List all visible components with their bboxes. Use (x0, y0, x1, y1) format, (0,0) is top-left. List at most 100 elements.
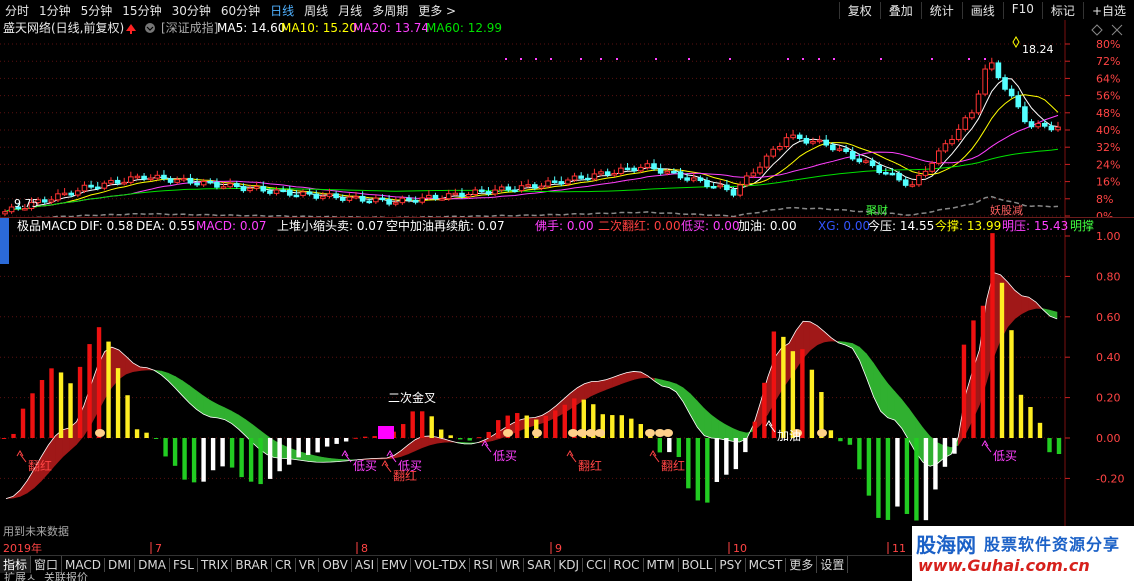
draw-line-button[interactable]: 画线 (961, 1, 1003, 19)
timeframe-1min[interactable]: 1分钟 (34, 2, 76, 19)
y-axis-label: 64% (1096, 72, 1120, 85)
candle-up (690, 177, 697, 181)
candle-up (181, 177, 187, 181)
dif-dea-fill (125, 355, 134, 375)
index-overlay-tag[interactable]: [深证成指] (161, 20, 218, 35)
left-panel-grip[interactable] (0, 218, 9, 264)
macd-bar (210, 438, 216, 471)
dif-dea-fill (682, 387, 691, 415)
timeframe-daily[interactable]: 日线 (265, 2, 299, 19)
tab-23[interactable]: MCST (746, 557, 787, 572)
timeframe-60min[interactable]: 60分钟 (216, 2, 265, 19)
restore-rights-button[interactable]: 复权 (838, 1, 880, 19)
candle-up (816, 139, 823, 143)
expand-toggle[interactable]: 扩展ㅅ (4, 572, 36, 581)
annotation-label: 翻红 (393, 468, 417, 483)
candle-down (41, 199, 48, 203)
macd-bar (182, 438, 187, 480)
y-axis-label: 1.00 (1096, 230, 1121, 243)
ma10-label: MA10: 15.20 (281, 21, 357, 35)
annotation-label: 翻红 (578, 458, 602, 473)
timeframe-15min[interactable]: 15分钟 (117, 2, 166, 19)
candle-up (273, 189, 280, 194)
signal-dot (535, 58, 537, 60)
indicator-chart[interactable]: 翻红 低买 低买翻红低买翻红 翻红低买加油 1.000.800.600.400.200… (0, 218, 1134, 555)
candle-up (419, 197, 426, 203)
macd-bar (657, 438, 663, 453)
tab-2[interactable]: MACD (62, 557, 106, 572)
macd-bar (771, 331, 777, 438)
tab-9[interactable]: VR (296, 557, 320, 572)
tab-0[interactable]: 指标 (0, 556, 32, 573)
candle-up (426, 194, 432, 199)
tab-14[interactable]: RSI (470, 557, 497, 572)
tab-21[interactable]: BOLL (679, 557, 717, 572)
timeframe-30min[interactable]: 30分钟 (167, 2, 216, 19)
dif-dea-fill (704, 408, 712, 439)
add-watchlist-button[interactable]: +自选 (1082, 1, 1134, 19)
tab-1[interactable]: 窗口 (31, 556, 63, 573)
tab-7[interactable]: BRAR (232, 557, 273, 572)
statistics-button[interactable]: 统计 (920, 1, 962, 19)
tab-5[interactable]: FSL (170, 557, 198, 572)
dif-dea-fill (323, 457, 331, 463)
tab-24[interactable]: 更多 (786, 556, 818, 573)
candle-down (551, 180, 558, 183)
candle-up (664, 170, 671, 174)
linked-quote-link[interactable]: 关联报价 (44, 572, 88, 581)
macd-bar (971, 320, 976, 438)
tab-8[interactable]: CR (272, 557, 296, 572)
candle-up (392, 202, 399, 205)
tab-3[interactable]: DMI (105, 557, 136, 572)
watermark-url: www.Guhai.com.cn (918, 556, 1090, 575)
timeframe-fenshi[interactable]: 分时 (0, 2, 34, 19)
dropdown-circle-icon[interactable] (145, 23, 155, 33)
dif-dea-fill (203, 395, 211, 418)
price-chart[interactable]: 盛天网络(日线,前复权) [深证成指] MA5: 14.60 MA10: 15.… (0, 20, 1134, 217)
macd-bar (343, 438, 349, 442)
candle-down (889, 172, 896, 176)
tab-18[interactable]: CCI (583, 557, 611, 572)
tab-16[interactable]: SAR (524, 557, 556, 572)
tab-6[interactable]: TRIX (198, 557, 233, 572)
close-icon[interactable] (1111, 24, 1123, 36)
indicator-value: DEA: 0.55 (136, 219, 195, 233)
timeframe-more[interactable]: 更多 > (413, 2, 461, 19)
tab-22[interactable]: PSY (716, 557, 746, 572)
tab-15[interactable]: WR (497, 557, 525, 572)
timeframe-5min[interactable]: 5分钟 (76, 2, 118, 19)
y-axis-label: -0.20 (1096, 472, 1124, 485)
indicator-name[interactable]: 极品MACD (17, 219, 77, 233)
tab-20[interactable]: MTM (644, 557, 679, 572)
y-axis-label: 0.80 (1096, 270, 1121, 283)
timeframe-monthly[interactable]: 月线 (333, 2, 367, 19)
candle-down (1008, 88, 1015, 97)
tab-19[interactable]: ROC (610, 557, 644, 572)
macd-bar (30, 393, 35, 438)
tab-13[interactable]: VOL-TDX (411, 557, 471, 572)
tab-11[interactable]: ASI (352, 557, 379, 572)
candle-down (485, 191, 492, 195)
macd-bar (952, 438, 957, 454)
candle-down (1002, 77, 1008, 90)
overlay-button[interactable]: 叠加 (879, 1, 921, 19)
timeframe-multi[interactable]: 多周期 (367, 2, 413, 19)
timeframe-weekly[interactable]: 周线 (299, 2, 333, 19)
f10-button[interactable]: F10 (1002, 1, 1042, 19)
candle-up (922, 170, 929, 176)
diamond-icon[interactable] (1091, 24, 1103, 36)
annotation-label: 加油 (777, 429, 801, 443)
macd-bar (248, 438, 254, 482)
mark-button[interactable]: 标记 (1041, 1, 1083, 19)
candle-down (704, 180, 710, 187)
tab-17[interactable]: KDJ (555, 557, 584, 572)
tab-10[interactable]: OBV (319, 557, 352, 572)
candle-down (1041, 122, 1048, 127)
macd-bar (201, 438, 206, 482)
tab-4[interactable]: DMA (135, 557, 170, 572)
candle-down (684, 177, 690, 181)
dif-dea-fill (414, 436, 423, 452)
tab-25[interactable]: 设置 (817, 556, 849, 573)
macd-bar (629, 418, 634, 438)
tab-12[interactable]: EMV (378, 557, 412, 572)
